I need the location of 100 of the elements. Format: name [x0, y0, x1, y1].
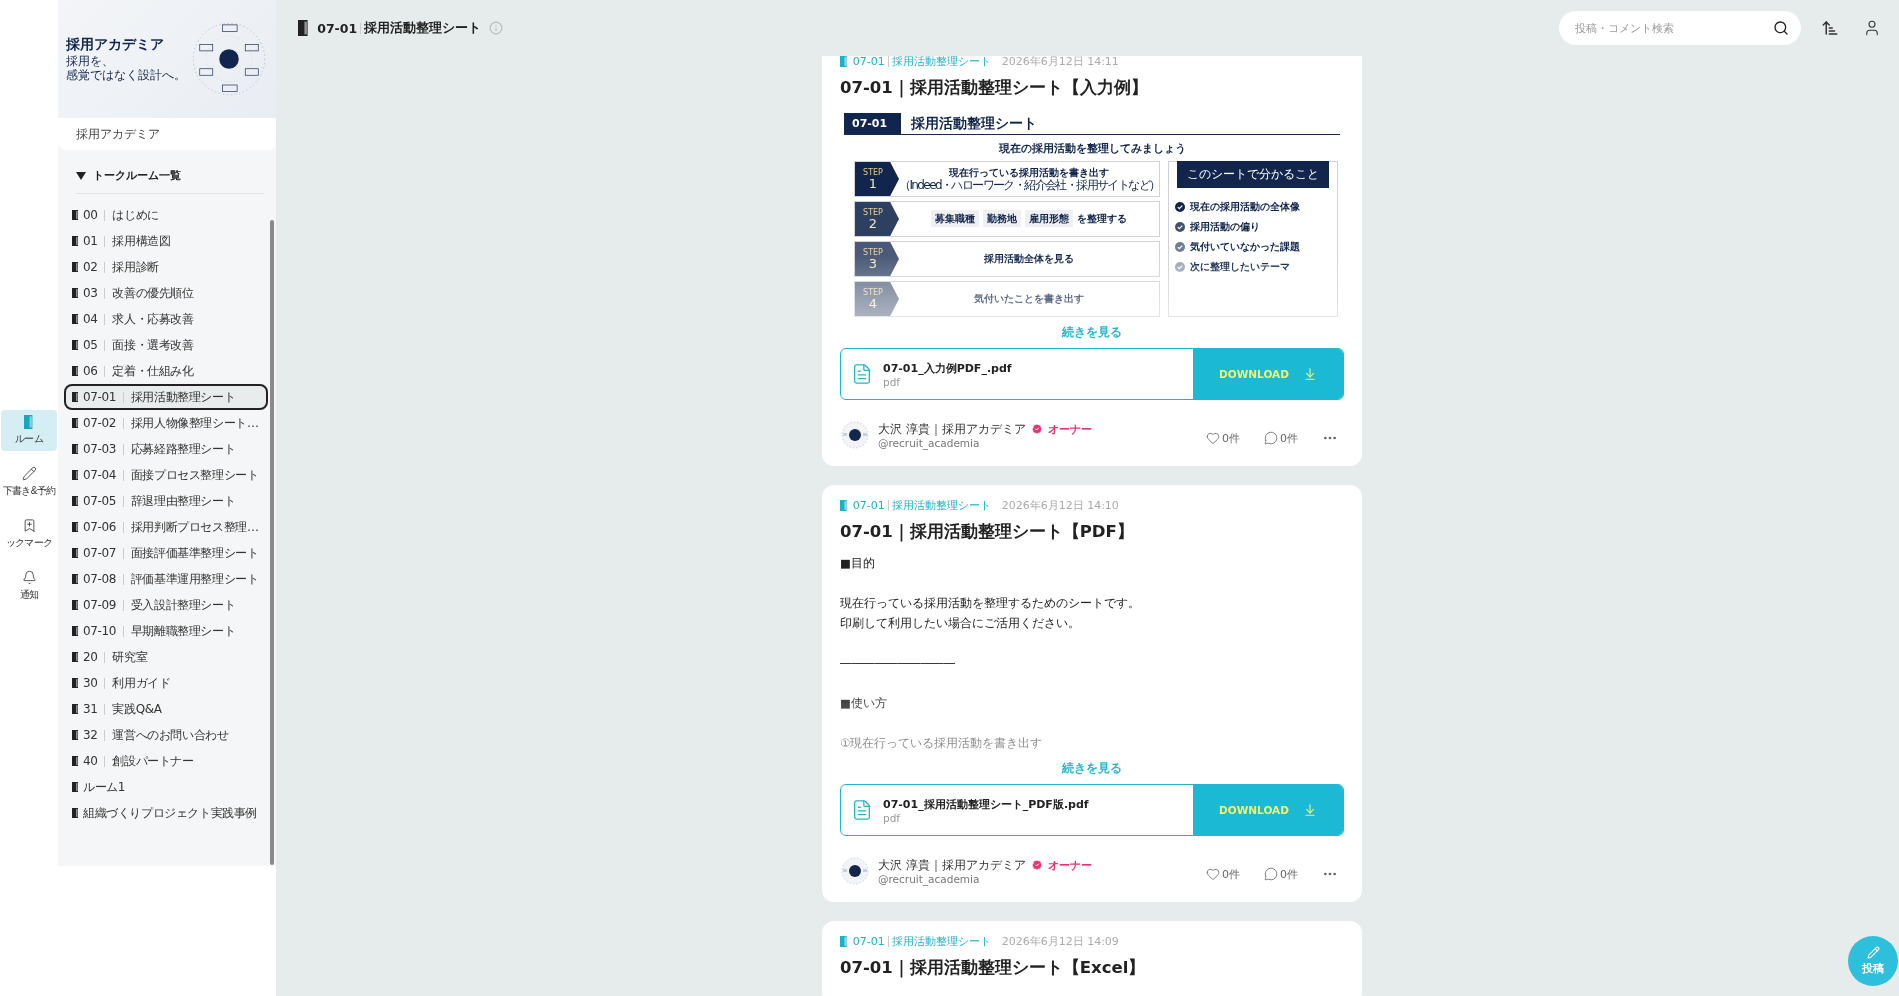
room-item[interactable]: 04 求人・応募改善	[64, 306, 268, 332]
step-label: STEP	[863, 207, 883, 217]
step-chip: 雇用形態	[1025, 210, 1074, 227]
file-name: 07-01_採用活動整理シート_PDF版.pdf	[883, 796, 1089, 812]
verified-icon	[1030, 859, 1043, 871]
rail-item[interactable]: ックマーク	[1, 513, 57, 555]
step-chip: 勤務地	[983, 210, 1022, 227]
user-icon	[1863, 19, 1881, 37]
step-text: 現在行っている採用活動を書き出す	[949, 167, 1110, 178]
room-item[interactable]: 07-10 早期離職整理シート	[64, 618, 268, 644]
download-icon	[1302, 803, 1317, 817]
door-icon	[72, 236, 79, 246]
door-icon	[72, 366, 79, 376]
door-icon	[840, 936, 848, 947]
summary-item: 現在の採用活動の全体像	[1190, 200, 1301, 214]
author-name: 大沢 淳貴｜採用アカデミア	[878, 421, 1026, 437]
step-number: 1	[868, 176, 878, 191]
avatar	[840, 856, 870, 886]
check-icon	[1175, 202, 1186, 212]
room-item[interactable]: ルーム1	[64, 774, 268, 800]
door-icon	[72, 418, 79, 428]
author-handle: @recruit_academia	[878, 436, 981, 449]
door-icon	[72, 574, 79, 584]
community-name: 採用アカデミア	[58, 118, 276, 150]
post-time: 2026年6月12日 14:09	[1001, 934, 1119, 949]
step-label: STEP	[863, 167, 883, 177]
room-item[interactable]: 40 創設パートナー	[64, 748, 268, 774]
room-item[interactable]: 02 採用診断	[64, 254, 268, 280]
comment-button[interactable]: 0件	[1258, 865, 1304, 883]
door-icon	[72, 288, 79, 298]
step-text: 採用活動全体を見る	[984, 253, 1075, 264]
file-name: 07-01_入力例PDF_.pdf	[883, 360, 1012, 376]
post-title: 07-01｜採用活動整理シート【PDF】	[840, 521, 1135, 543]
room-item[interactable]: 20 研究室	[64, 644, 268, 670]
room-item[interactable]: 07-02 採用人物像整理シート…	[64, 410, 268, 436]
role-label: オーナー	[1047, 421, 1092, 437]
door-icon	[72, 210, 79, 220]
scrollbar[interactable]	[270, 220, 274, 865]
room-item[interactable]: 07-03 応募経路整理シート	[64, 436, 268, 462]
room-item[interactable]: 30 利用ガイド	[64, 670, 268, 696]
banner-title: 採用アカデミア	[66, 36, 165, 54]
room-item[interactable]: 07-08 評価基準運用整理シート	[64, 566, 268, 592]
bookmark-icon	[21, 518, 37, 533]
door-icon	[72, 782, 79, 792]
download-icon	[1302, 367, 1317, 381]
room-item[interactable]: 05 面接・選考改善	[64, 332, 268, 358]
door-icon	[72, 470, 79, 480]
door-icon	[72, 548, 79, 558]
room-item[interactable]: 07-04 面接プロセス整理シート	[64, 462, 268, 488]
door-icon	[72, 756, 79, 766]
pencil-icon	[1866, 946, 1880, 959]
heart-icon	[1206, 431, 1220, 445]
door-icon	[72, 704, 79, 714]
door-icon	[72, 626, 79, 636]
rail-item[interactable]: ルーム	[1, 410, 57, 451]
door-icon	[72, 392, 79, 402]
search-field[interactable]: 投稿・コメント検索	[1559, 11, 1801, 45]
door-icon	[72, 652, 79, 662]
door-icon	[72, 600, 79, 610]
comment-icon	[1264, 431, 1278, 445]
room-item[interactable]: 06 定着・仕組み化	[64, 358, 268, 384]
verified-icon	[1030, 423, 1043, 435]
role-label: オーナー	[1047, 857, 1092, 873]
banner-tagline: 採用を、	[66, 54, 115, 68]
step-text: を整理する	[1077, 213, 1128, 224]
door-icon	[72, 314, 79, 324]
like-button[interactable]: 0件	[1200, 865, 1246, 883]
room-item[interactable]: 組織づくりプロジェクト実践事例	[64, 800, 268, 826]
file-icon	[851, 363, 873, 385]
rail-item[interactable]: 下書き&予約	[1, 461, 57, 503]
room-item[interactable]: 00 はじめに	[64, 202, 268, 228]
room-item[interactable]: 07-06 採用判断プロセス整理…	[64, 514, 268, 540]
section-toggle[interactable]: トークルーム一覧	[76, 168, 264, 194]
body-heading: ■使い方	[840, 695, 887, 712]
sheet-lead: 現在の採用活動を整理してみましょう	[997, 141, 1187, 156]
room-item[interactable]: 31 実践Q&A	[64, 696, 268, 722]
door-icon	[72, 808, 79, 818]
door-icon	[72, 340, 79, 350]
summary-item: 次に整理したいテーマ	[1190, 260, 1291, 274]
room-item[interactable]: 07-07 面接評価基準整理シート	[64, 540, 268, 566]
like-button[interactable]: 0件	[1200, 429, 1246, 447]
check-icon	[1175, 242, 1186, 252]
sort-icon	[1821, 19, 1839, 37]
room-item[interactable]: 07-01 採用活動整理シート	[64, 384, 268, 410]
page-title: 07-01 採用活動整理シート	[317, 19, 482, 37]
room-item[interactable]: 03 改善の優先順位	[64, 280, 268, 306]
step-label: STEP	[863, 287, 883, 297]
search-icon[interactable]	[1773, 20, 1789, 36]
door-icon	[840, 500, 848, 511]
room-item[interactable]: 01 採用構造図	[64, 228, 268, 254]
door-icon	[72, 496, 79, 506]
comment-button[interactable]: 0件	[1258, 429, 1304, 447]
door-icon	[72, 730, 79, 740]
room-item[interactable]: 07-05 辞退理由整理シート	[64, 488, 268, 514]
pencil-icon	[21, 466, 37, 481]
rail-item[interactable]: 通知	[1, 565, 57, 607]
check-icon	[1175, 222, 1186, 232]
room-item[interactable]: 32 運営へのお問い合わせ	[64, 722, 268, 748]
room-item[interactable]: 07-09 受入設計整理シート	[64, 592, 268, 618]
bell-icon	[21, 570, 37, 585]
